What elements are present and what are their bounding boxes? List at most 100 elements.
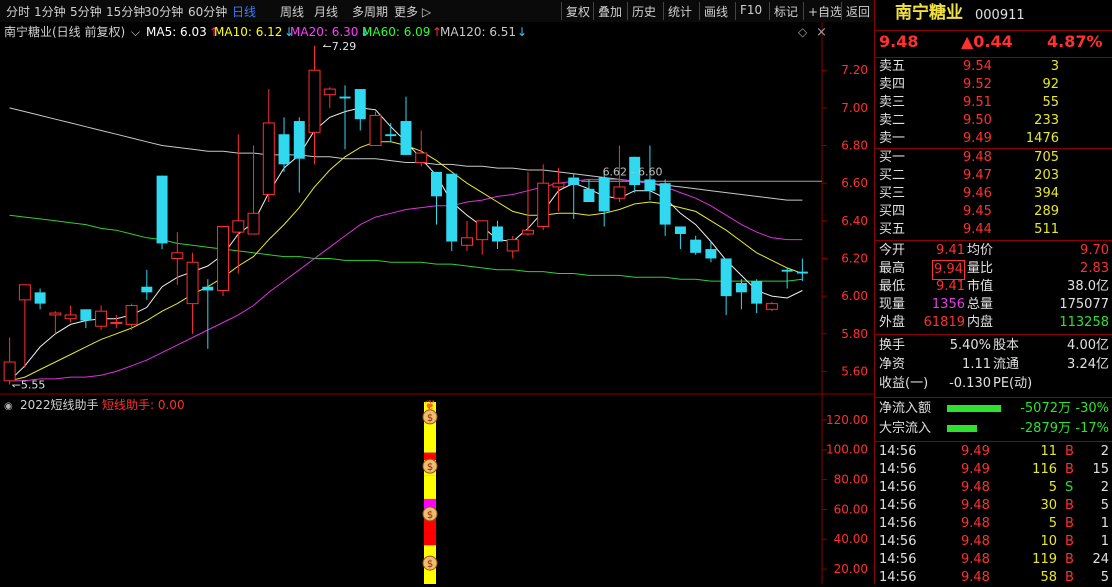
stat-value: 2.83 [1080, 261, 1109, 276]
candle-down[interactable] [34, 292, 46, 304]
high-annotation: ↼7.29 [323, 40, 357, 53]
candle-down[interactable] [735, 282, 747, 293]
candle-down[interactable] [156, 175, 168, 244]
candle-down[interactable] [598, 177, 610, 212]
candle-down[interactable] [674, 226, 686, 234]
candle-up[interactable] [308, 69, 321, 133]
candle-down[interactable] [796, 271, 808, 274]
candle-up[interactable] [552, 182, 565, 188]
price-change: ▲0.44 [961, 32, 1013, 51]
candle-down[interactable] [781, 269, 793, 272]
book-volume: 705 [1034, 150, 1059, 165]
tick-row: 14:56 9.48 10 B 1 [875, 533, 1112, 551]
signal-bar-segment [424, 475, 436, 499]
book-level-label: 买三 [879, 186, 906, 201]
level-annotation: 6.62 - 6.60 [603, 165, 663, 178]
candle-down[interactable] [720, 258, 732, 297]
candle-down[interactable] [644, 179, 656, 191]
candle-down[interactable] [568, 177, 580, 186]
toolbar-action[interactable]: 返回 [846, 3, 870, 20]
fundamental-label: 股本 [993, 338, 1020, 353]
divider [875, 240, 1112, 241]
tick-volume: 5 [1048, 516, 1057, 531]
candle-up[interactable] [262, 122, 275, 195]
candle-down[interactable] [583, 188, 595, 202]
indicator-title: 2022短线助手 [20, 398, 99, 412]
candle-down[interactable] [385, 134, 397, 137]
candle-down[interactable] [690, 239, 702, 253]
candle-up[interactable] [64, 314, 77, 320]
candle-up[interactable] [537, 182, 550, 227]
toolbar-divider [769, 2, 770, 20]
toolbar-action[interactable]: F10 [740, 3, 762, 17]
fundamental-value: 3.24亿 [1067, 357, 1109, 372]
stat-label: 今开 [879, 243, 906, 258]
candle-up[interactable] [232, 220, 245, 233]
tick-row: 14:56 9.48 119 B 24 [875, 551, 1112, 569]
fundamental-value: -0.130 [949, 376, 991, 391]
candle-down[interactable] [339, 96, 351, 99]
period-tab[interactable]: 更多 ▷ [394, 3, 431, 20]
candle-down[interactable] [491, 226, 503, 242]
tick-price: 9.48 [961, 534, 990, 549]
last-price: 9.48 [879, 32, 919, 51]
stock-name: 南宁糖业 [895, 3, 963, 23]
candle-up[interactable] [247, 212, 260, 235]
period-tab[interactable]: 多周期 [352, 3, 388, 20]
candle-down[interactable] [354, 89, 366, 120]
toolbar-action[interactable]: 复权 [566, 3, 590, 20]
book-price: 9.51 [963, 95, 992, 110]
candle-up[interactable] [476, 220, 489, 241]
candle-up[interactable] [95, 310, 108, 327]
candle-down[interactable] [751, 281, 763, 304]
toolbar-action[interactable]: 标记 [774, 3, 798, 20]
candle-down[interactable] [141, 286, 153, 293]
tick-row: 14:56 9.49 116 B 15 [875, 461, 1112, 479]
candle-down[interactable] [705, 249, 717, 259]
toolbar-action[interactable]: 叠加 [598, 3, 622, 20]
toolbar-divider [699, 2, 700, 20]
period-tab[interactable]: 分时 [6, 3, 30, 20]
period-tab[interactable]: 1分钟 [34, 3, 66, 20]
candle-up[interactable] [521, 229, 534, 235]
candle-up[interactable] [186, 261, 199, 305]
period-tab[interactable]: 30分钟 [144, 3, 183, 20]
candle-down[interactable] [293, 121, 305, 159]
book-level-label: 买五 [879, 222, 906, 237]
candle-down[interactable] [431, 171, 442, 197]
candle-up[interactable] [125, 305, 138, 325]
fundamental-label: 流通 [993, 357, 1020, 372]
period-tab[interactable]: 15分钟 [106, 3, 145, 20]
toolbar-action[interactable]: +自选 [808, 3, 842, 20]
candle-up[interactable] [49, 312, 62, 316]
candle-up[interactable] [415, 152, 428, 163]
price-tick-label: 6.60 [841, 176, 868, 190]
candle-up[interactable] [217, 225, 230, 291]
toolbar-action[interactable]: 历史 [632, 3, 656, 20]
period-tab[interactable]: 60分钟 [188, 3, 227, 20]
candle-up[interactable] [460, 237, 473, 246]
candle-down[interactable] [80, 309, 92, 321]
period-tab[interactable]: 月线 [314, 3, 338, 20]
candle-up[interactable] [613, 186, 626, 199]
period-tab[interactable]: 周线 [280, 3, 304, 20]
chart-panel[interactable]: 7.20 7.00 6.80 6.60 6.40 6.20 6.00 5.80 5.60 ↼7.2… [0, 22, 874, 584]
candle-up[interactable] [765, 303, 778, 310]
candle-down[interactable] [400, 121, 412, 155]
candle-down[interactable] [446, 173, 458, 242]
candle-up[interactable] [18, 284, 31, 301]
candle-up[interactable] [110, 321, 123, 324]
toolbar-action[interactable]: 画线 [704, 3, 728, 20]
candle-up[interactable] [323, 88, 336, 96]
candle-up[interactable] [369, 114, 382, 147]
candle-up[interactable] [171, 252, 184, 259]
candle-up[interactable] [506, 239, 519, 252]
candle-down[interactable] [659, 183, 671, 225]
period-tab[interactable]: 日线 [232, 3, 256, 20]
period-tab[interactable]: 5分钟 [70, 3, 102, 20]
book-price: 9.47 [963, 168, 992, 183]
tick-side: B [1065, 462, 1074, 477]
toolbar-action[interactable]: 统计 [668, 3, 692, 20]
candle-down[interactable] [202, 286, 214, 291]
candle-down[interactable] [278, 134, 290, 165]
